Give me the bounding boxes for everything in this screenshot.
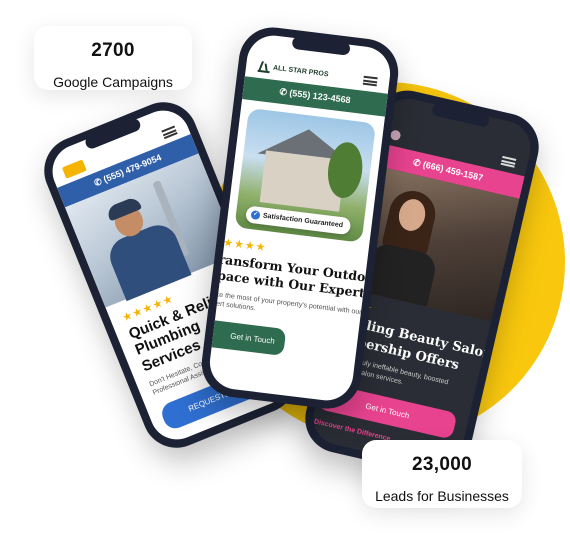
get-in-touch-button[interactable]: Get in Touch [206, 319, 287, 357]
plumbing-logo-icon [61, 159, 87, 179]
stat-label: Leads for Businesses [375, 488, 509, 504]
hero-photo: ✓ Satisfaction Guaranteed [234, 107, 377, 243]
check-icon: ✓ [250, 210, 261, 221]
stat-value: 2700 [91, 40, 135, 61]
hamburger-menu-icon[interactable] [500, 155, 517, 168]
salon-logo [389, 129, 402, 142]
stat-label: Google Campaigns [53, 74, 173, 90]
stat-card-leads: 23,000 Leads for Businesses [362, 440, 522, 508]
brand-name: ALL STAR PROS [272, 64, 329, 78]
grass-logo-icon [257, 59, 271, 74]
allstar-logo: ALL STAR PROS [257, 59, 330, 81]
logo-mark-icon [389, 129, 402, 142]
hero-content: ★★★★★ Transform Your Outdoor Space with … [206, 234, 381, 367]
hamburger-menu-icon[interactable] [362, 75, 378, 87]
stat-value: 23,000 [412, 454, 472, 475]
hamburger-menu-icon[interactable] [161, 125, 178, 140]
stat-card-campaigns: 2700 Google Campaigns [34, 26, 192, 90]
phone-number: (555) 123-4568 [288, 87, 352, 106]
badge-label: Satisfaction Guaranteed [262, 212, 344, 230]
